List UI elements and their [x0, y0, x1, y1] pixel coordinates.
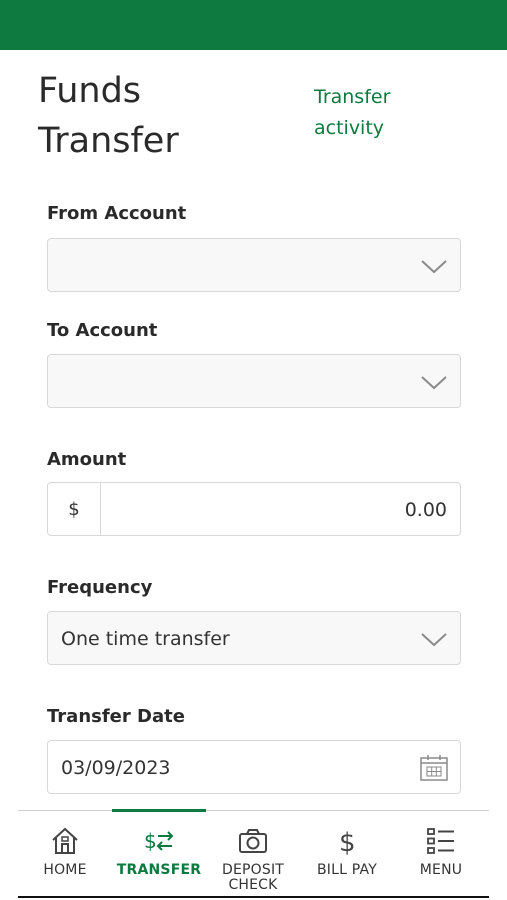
top-app-bar — [0, 0, 507, 50]
amount-value: 0.00 — [404, 499, 447, 521]
to-account-select[interactable] — [47, 354, 461, 408]
tab-home[interactable]: HOME — [18, 811, 112, 899]
page-title: Funds Transfer — [38, 71, 179, 161]
transfer-activity-link[interactable]: Transfer activity — [314, 82, 434, 144]
bottom-divider — [18, 896, 489, 898]
transfer-date-input[interactable]: 03/09/2023 — [47, 740, 461, 794]
chevron-down-icon — [421, 260, 447, 274]
amount-input[interactable]: $ 0.00 — [47, 482, 461, 536]
transfer-icon: $ — [144, 829, 174, 853]
dollar-icon: $ — [339, 828, 356, 857]
to-account-label: To Account — [47, 320, 158, 341]
frequency-value: One time transfer — [61, 628, 230, 650]
tab-menu-label: MENU — [419, 862, 463, 878]
transfer-date-value: 03/09/2023 — [61, 757, 171, 779]
home-icon — [52, 827, 78, 854]
svg-text:$: $ — [144, 829, 157, 853]
from-account-select[interactable] — [47, 238, 461, 292]
frequency-label: Frequency — [47, 577, 153, 598]
chevron-down-icon — [421, 376, 447, 390]
chevron-down-icon — [421, 633, 447, 647]
transfer-date-label: Transfer Date — [47, 706, 185, 727]
frequency-select[interactable]: One time transfer — [47, 611, 461, 665]
tab-deposit-check-label: DEPOSIT CHECK — [222, 862, 285, 893]
camera-icon — [239, 829, 267, 853]
tab-transfer-label: TRANSFER — [116, 862, 202, 878]
tab-home-label: HOME — [43, 862, 87, 878]
tab-bill-pay[interactable]: $ BILL PAY — [300, 811, 394, 899]
svg-text:$: $ — [339, 828, 356, 857]
currency-prefix: $ — [48, 483, 101, 535]
tab-bill-pay-label: BILL PAY — [317, 862, 377, 878]
tab-transfer[interactable]: $ TRANSFER — [112, 809, 206, 899]
amount-label: Amount — [47, 449, 127, 470]
from-account-label: From Account — [47, 203, 187, 224]
bottom-tab-bar: HOME $ TRANSFER DEPOSIT CHECK $ BILL PAY — [18, 809, 489, 899]
tab-deposit-check[interactable]: DEPOSIT CHECK — [206, 811, 300, 899]
tab-menu[interactable]: MENU — [394, 811, 488, 899]
menu-icon — [427, 828, 454, 854]
calendar-icon[interactable] — [419, 754, 449, 782]
